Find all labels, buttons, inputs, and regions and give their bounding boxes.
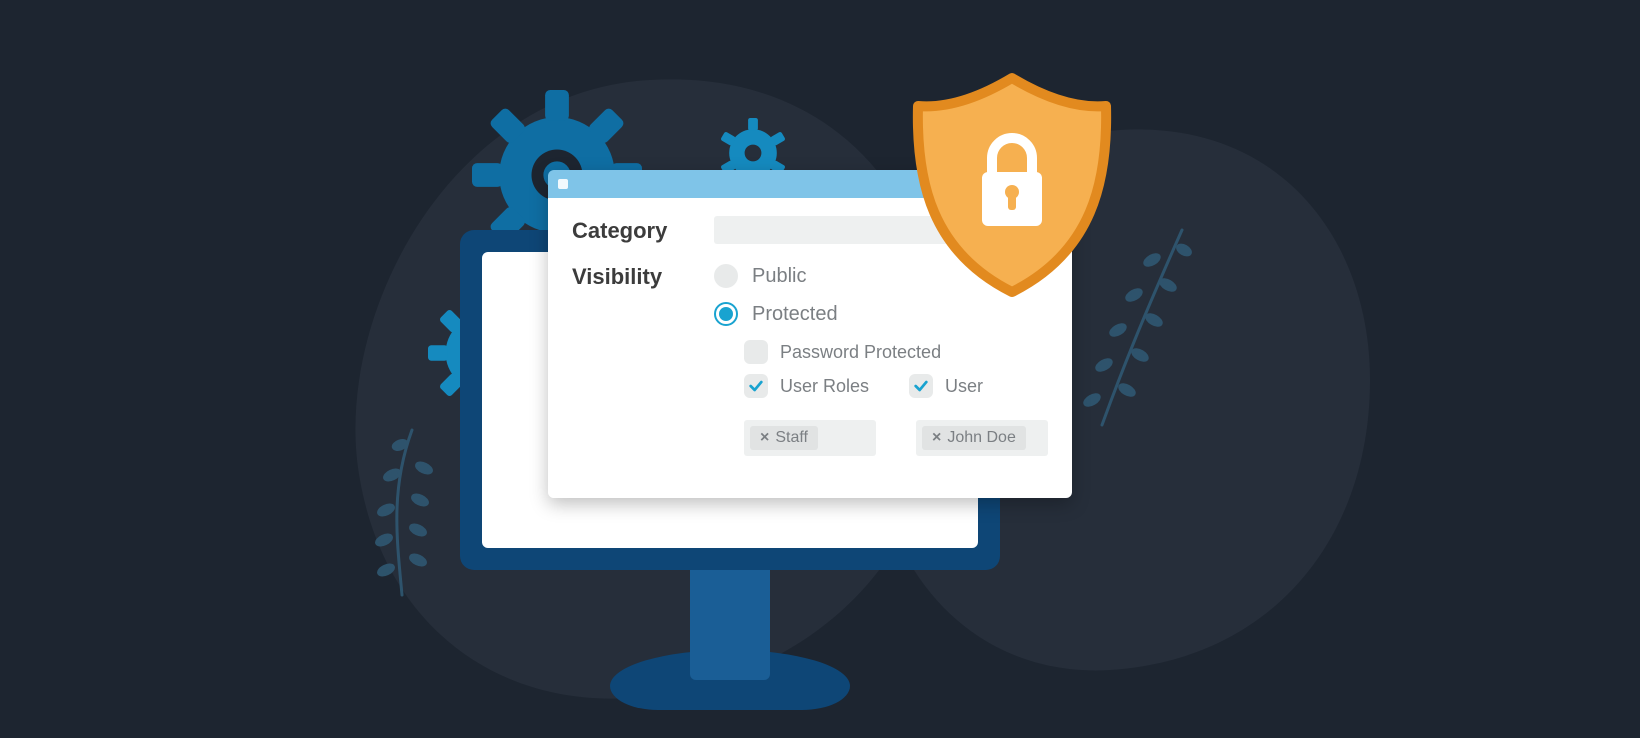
checkbox-icon [744,340,768,364]
remove-chip-icon[interactable]: × [932,429,941,447]
visibility-label: Visibility [572,262,692,290]
chip-label: John Doe [947,429,1016,447]
role-chip[interactable]: × Staff [750,426,818,450]
checkbox-label: User Roles [780,376,869,397]
roles-chip-input[interactable]: × Staff [744,420,876,456]
users-chip-input[interactable]: × John Doe [916,420,1048,456]
checkbox-password-protected[interactable]: Password Protected [744,340,1048,364]
window-control-icon[interactable] [558,179,568,189]
user-chip[interactable]: × John Doe [922,426,1026,450]
shield-icon [912,72,1112,298]
checkbox-icon [909,374,933,398]
radio-icon [714,302,738,326]
chip-label: Staff [775,429,808,447]
remove-chip-icon[interactable]: × [760,429,769,447]
illustration-scene: Category Visibility Public Protected [0,0,1640,738]
category-label: Category [572,216,692,244]
option-label: Protected [752,303,838,326]
checkbox-user-roles[interactable]: User Roles [744,374,869,398]
radio-icon [714,264,738,288]
checkbox-icon [744,374,768,398]
checkbox-label: Password Protected [780,342,941,363]
checkbox-label: User [945,376,983,397]
leaf-icon [342,420,462,600]
checkbox-user[interactable]: User [909,374,983,398]
option-label: Public [752,265,806,288]
visibility-option-protected[interactable]: Protected [714,302,1048,326]
